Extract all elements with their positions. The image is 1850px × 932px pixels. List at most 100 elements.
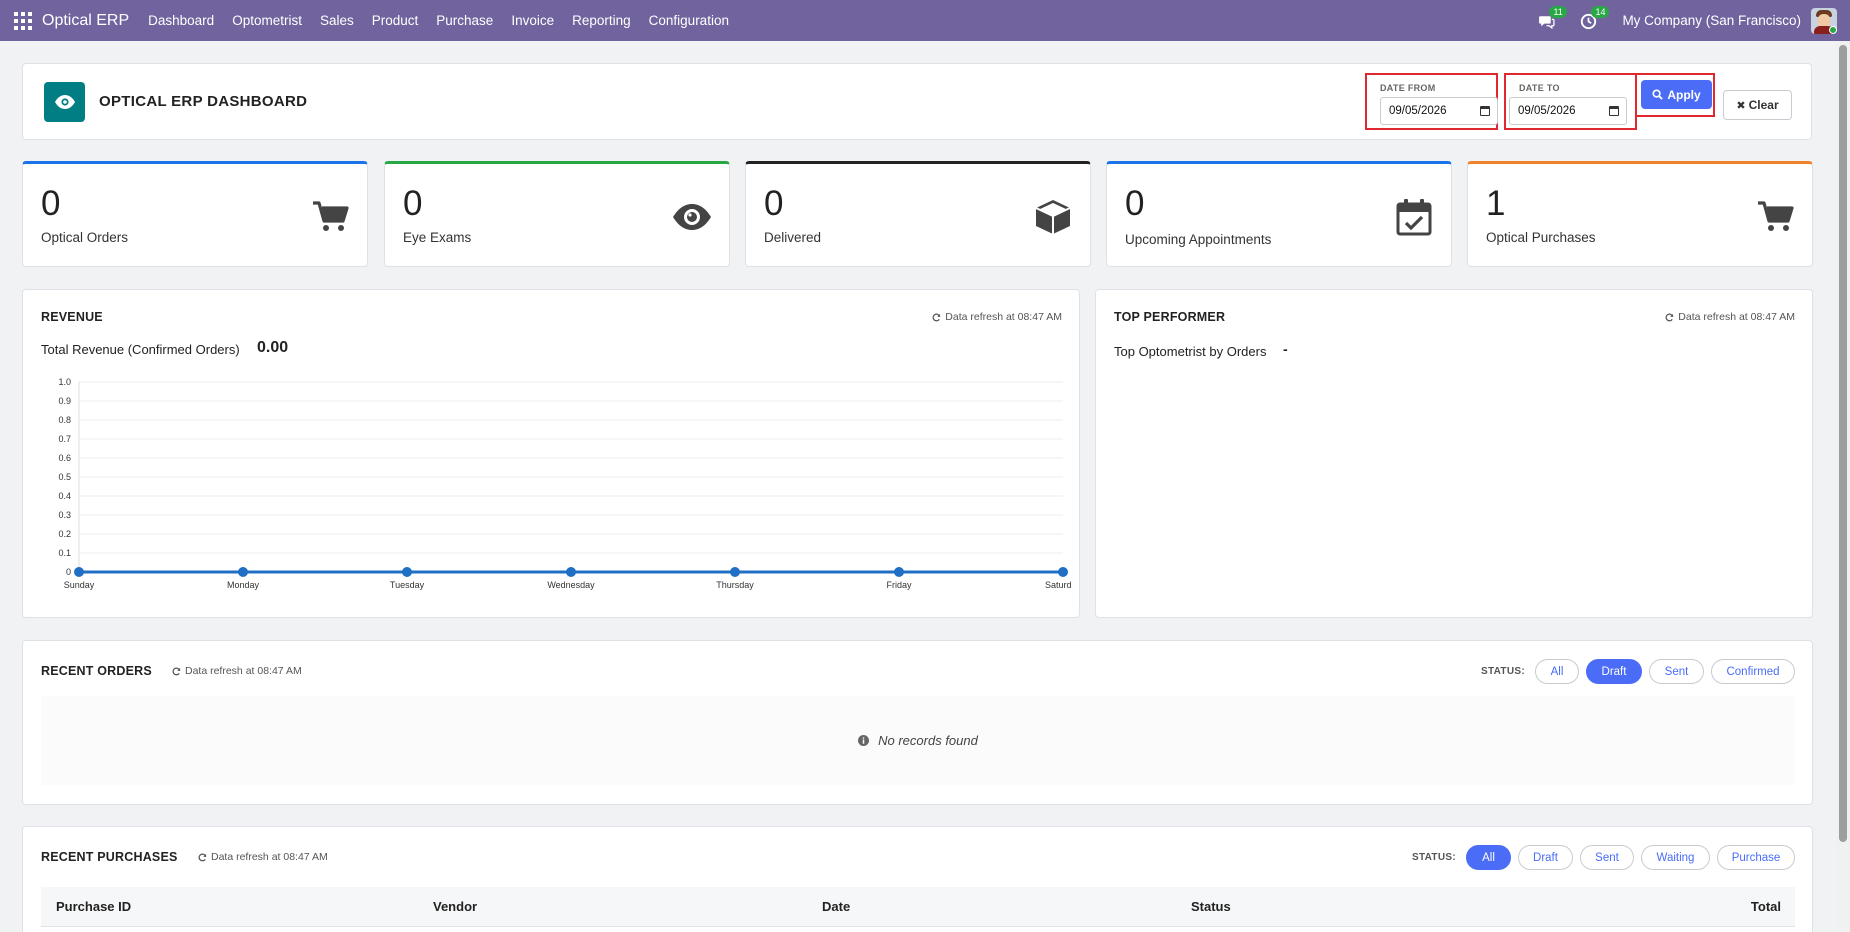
messages-count-badge: 11	[1549, 5, 1567, 18]
date-to-input[interactable]: 09/05/2026	[1509, 97, 1627, 125]
menu-item-product[interactable]: Product	[363, 13, 428, 28]
dashboard-header: OPTICAL ERP DASHBOARD DATE FROM 09/05/20…	[22, 63, 1812, 140]
apps-grid-icon[interactable]	[14, 11, 32, 30]
purchases-filter-sent[interactable]: Sent	[1580, 845, 1634, 870]
purchases-status-label: STATUS:	[1412, 852, 1456, 863]
kpi-label: Upcoming Appointments	[1125, 232, 1272, 247]
date-to-label: DATE TO	[1519, 83, 1560, 93]
date-from-label: DATE FROM	[1380, 83, 1436, 93]
kpi-value: 0	[41, 184, 61, 223]
recent-orders-refresh-info: Data refresh at 08:47 AM	[172, 665, 302, 677]
total-revenue-value: 0.00	[257, 339, 289, 356]
y-tick-label: 1.0	[58, 377, 71, 387]
clear-label: Clear	[1748, 98, 1779, 112]
y-tick-label: 0.4	[58, 491, 71, 501]
orders-filter-confirmed[interactable]: Confirmed	[1711, 659, 1795, 684]
purchases-filter-all[interactable]: All	[1466, 845, 1511, 870]
menu-item-purchase[interactable]: Purchase	[427, 13, 502, 28]
activities-button[interactable]: 14	[1580, 5, 1610, 31]
scrollbar-thumb[interactable]	[1839, 45, 1847, 842]
calendar-icon[interactable]	[1609, 106, 1619, 116]
menu-item-invoice[interactable]: Invoice	[502, 13, 563, 28]
eye-icon	[673, 204, 711, 230]
recent-purchases-title: RECENT PURCHASES	[41, 850, 178, 864]
date-to-value: 09/05/2026	[1518, 105, 1576, 117]
date-from-group: DATE FROM 09/05/2026	[1365, 73, 1498, 130]
column-header-vendor[interactable]: Vendor	[433, 899, 477, 914]
calendar-check-icon	[1396, 199, 1432, 236]
purchases-filter-purchase[interactable]: Purchase	[1717, 845, 1795, 870]
cart-icon	[1758, 201, 1794, 231]
purchases-filter-draft[interactable]: Draft	[1518, 845, 1573, 870]
column-header-date[interactable]: Date	[822, 899, 850, 914]
column-header-total[interactable]: Total	[1751, 899, 1781, 914]
kpi-optical-purchases[interactable]: 1 Optical Purchases	[1467, 161, 1813, 267]
menu-item-optometrist[interactable]: Optometrist	[223, 13, 311, 28]
apply-highlight: Apply	[1635, 73, 1715, 117]
data-point	[894, 567, 904, 577]
y-tick-label: 0	[66, 567, 71, 577]
user-avatar[interactable]	[1811, 7, 1837, 34]
kpi-upcoming-appointments[interactable]: 0 Upcoming Appointments	[1106, 161, 1452, 267]
revenue-refresh-text: Data refresh at 08:47 AM	[945, 311, 1062, 323]
clear-button[interactable]: ✖ Clear	[1723, 90, 1792, 120]
apply-label: Apply	[1667, 87, 1701, 102]
kpi-label: Eye Exams	[403, 230, 472, 245]
x-tick-label: Tuesday	[390, 580, 425, 590]
y-tick-label: 0.2	[58, 529, 71, 539]
y-tick-label: 0.5	[58, 472, 71, 482]
dashboard-logo	[44, 82, 85, 122]
orders-filter-all[interactable]: All	[1535, 659, 1579, 684]
menu-item-dashboard[interactable]: Dashboard	[139, 13, 223, 28]
data-point	[730, 567, 740, 577]
app-brand[interactable]: Optical ERP	[42, 12, 129, 30]
y-tick-label: 0.8	[58, 415, 71, 425]
page-title: OPTICAL ERP DASHBOARD	[99, 93, 308, 110]
recent-purchases-refresh-text: Data refresh at 08:47 AM	[211, 851, 328, 863]
x-tick-label: Sunday	[64, 580, 95, 590]
column-header-purchase-id[interactable]: Purchase ID	[56, 899, 131, 914]
info-icon	[858, 735, 870, 746]
messages-button[interactable]: 11	[1538, 5, 1567, 31]
date-from-input[interactable]: 09/05/2026	[1380, 97, 1498, 125]
company-switcher[interactable]: My Company (San Francisco)	[1622, 13, 1801, 28]
data-point	[566, 567, 576, 577]
column-header-status[interactable]: Status	[1191, 899, 1231, 914]
orders-empty-state: No records found	[41, 696, 1795, 785]
purchases-filter-waiting[interactable]: Waiting	[1641, 845, 1710, 870]
cart-icon	[313, 201, 349, 231]
recent-purchases-card: RECENT PURCHASES Data refresh at 08:47 A…	[22, 826, 1813, 932]
x-tick-label: Wednesday	[547, 580, 595, 590]
page-scrollbar[interactable]	[1836, 41, 1850, 932]
purchases-table-header: Purchase ID Vendor Date Status Total	[41, 887, 1795, 927]
recent-orders-refresh-text: Data refresh at 08:47 AM	[185, 665, 302, 677]
recent-orders-title: RECENT ORDERS	[41, 664, 152, 678]
kpi-value: 0	[764, 184, 784, 223]
data-point	[74, 567, 84, 577]
orders-filter-sent[interactable]: Sent	[1649, 659, 1704, 684]
revenue-refresh-info: Data refresh at 08:47 AM	[932, 311, 1062, 323]
empty-message: No records found	[878, 733, 978, 748]
kpi-value: 0	[403, 184, 423, 223]
y-tick-label: 0.1	[58, 548, 71, 558]
refresh-icon	[1665, 313, 1674, 321]
menu-item-sales[interactable]: Sales	[311, 13, 363, 28]
close-icon: ✖	[1736, 99, 1746, 112]
kpi-delivered[interactable]: 0 Delivered	[745, 161, 1091, 267]
calendar-icon[interactable]	[1480, 106, 1490, 116]
total-revenue-label: Total Revenue (Confirmed Orders)	[41, 342, 240, 357]
kpi-value: 0	[1125, 184, 1145, 223]
data-point	[402, 567, 412, 577]
kpi-optical-orders[interactable]: 0 Optical Orders	[22, 161, 368, 267]
top-navbar: Optical ERP Dashboard Optometrist Sales …	[0, 0, 1850, 41]
menu-item-reporting[interactable]: Reporting	[563, 13, 640, 28]
kpi-eye-exams[interactable]: 0 Eye Exams	[384, 161, 730, 267]
navbar-systray: 11 14 My Company (San Francisco)	[1538, 0, 1850, 41]
x-tick-label: Friday	[886, 580, 912, 590]
top-performer-title: TOP PERFORMER	[1114, 310, 1226, 324]
orders-filter-draft[interactable]: Draft	[1586, 659, 1642, 684]
kpi-value: 1	[1486, 184, 1506, 223]
date-to-group: DATE TO 09/05/2026	[1504, 73, 1637, 130]
menu-item-configuration[interactable]: Configuration	[640, 13, 738, 28]
apply-button[interactable]: Apply	[1641, 80, 1712, 109]
